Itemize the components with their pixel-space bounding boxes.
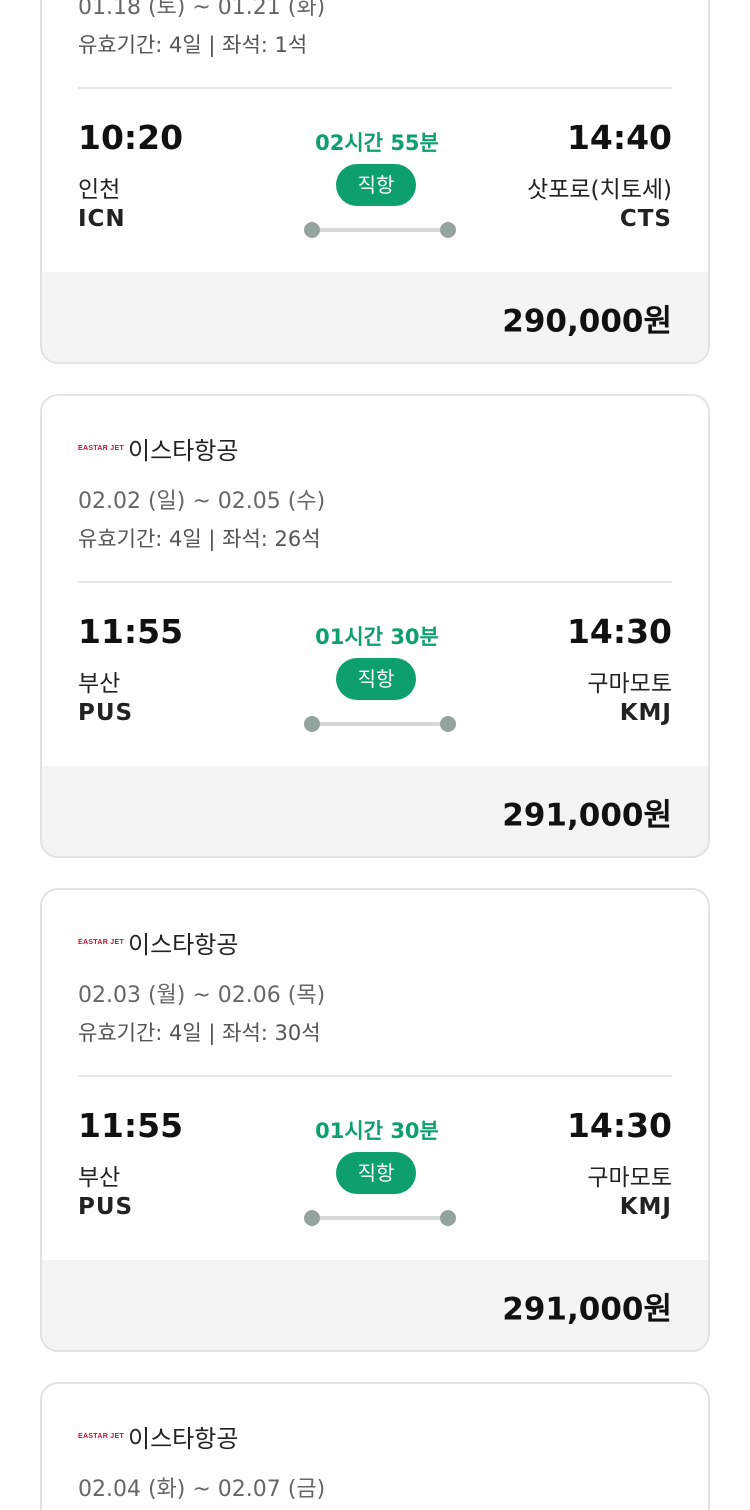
departure-city: 부산 [78, 1165, 121, 1191]
airline-row: EASTAR JET 이스타항공 [78, 926, 239, 959]
airline-name: 이스타항공 [128, 1424, 239, 1453]
arrival-time: 14:30 [566, 612, 672, 651]
validity-seats: 유효기간: 4일 | 좌석: 30석 [78, 1021, 321, 1045]
flight-card[interactable]: EASTAR JET 이스타항공 02.03 (월) ~ 02.06 (목) 유… [40, 888, 710, 1352]
eastar-jet-logo-icon: EASTAR JET [78, 1432, 125, 1440]
travel-dates: 02.03 (월) ~ 02.06 (목) [78, 983, 326, 1008]
travel-dates: 02.04 (화) ~ 02.07 (금) [78, 1477, 326, 1502]
travel-dates: 01.18 (토) ~ 01.21 (화) [78, 0, 326, 20]
eastar-jet-logo-icon: EASTAR JET [78, 938, 125, 946]
arrival-city: 구마모토 [587, 1165, 672, 1191]
arrival-code: KMJ [619, 1194, 672, 1220]
validity-seats: 유효기간: 4일 | 좌석: 1석 [78, 33, 308, 57]
departure-code: PUS [78, 1194, 134, 1220]
flight-card[interactable]: EASTAR JET 이스타항공 02.02 (일) ~ 02.05 (수) 유… [40, 394, 710, 858]
price: 290,000원 [502, 303, 672, 340]
route-line [304, 716, 456, 732]
origin-dot-icon [304, 716, 320, 732]
arrival-city: 구마모토 [587, 671, 672, 697]
arrival-city: 삿포로(치토세) [527, 177, 672, 203]
divider [78, 581, 672, 583]
destination-dot-icon [440, 222, 456, 238]
divider [78, 1075, 672, 1077]
price-bar: 291,000원 [42, 1260, 708, 1350]
airline-row: EASTAR JET 이스타항공 [78, 1420, 239, 1453]
origin-dot-icon [304, 222, 320, 238]
destination-dot-icon [440, 716, 456, 732]
price: 291,000원 [502, 1291, 672, 1328]
arrival-time: 14:30 [566, 1106, 672, 1145]
departure-code: ICN [78, 206, 126, 232]
direct-flight-badge: 직항 [336, 164, 416, 206]
origin-dot-icon [304, 1210, 320, 1226]
route-line [304, 1210, 456, 1226]
price: 291,000원 [502, 797, 672, 834]
travel-dates: 02.02 (일) ~ 02.05 (수) [78, 489, 326, 514]
departure-code: PUS [78, 700, 134, 726]
departure-city: 인천 [78, 177, 121, 203]
airline-name: 이스타항공 [128, 436, 239, 465]
airline-name: 이스타항공 [128, 930, 239, 959]
divider [78, 87, 672, 89]
direct-flight-badge: 직항 [336, 658, 416, 700]
price-bar: 291,000원 [42, 766, 708, 856]
airline-row: EASTAR JET 이스타항공 [78, 432, 239, 465]
route-line [304, 222, 456, 238]
price-bar: 290,000원 [42, 272, 708, 362]
direct-flight-badge: 직항 [336, 1152, 416, 1194]
flight-card[interactable]: 01.18 (토) ~ 01.21 (화) 유효기간: 4일 | 좌석: 1석 … [40, 0, 710, 364]
arrival-code: KMJ [619, 700, 672, 726]
destination-dot-icon [440, 1210, 456, 1226]
eastar-jet-logo-icon: EASTAR JET [78, 444, 125, 452]
flight-card[interactable]: EASTAR JET 이스타항공 02.04 (화) ~ 02.07 (금) [40, 1382, 710, 1510]
validity-seats: 유효기간: 4일 | 좌석: 26석 [78, 527, 321, 551]
departure-city: 부산 [78, 671, 121, 697]
arrival-time: 14:40 [566, 118, 672, 157]
arrival-code: CTS [619, 206, 672, 232]
